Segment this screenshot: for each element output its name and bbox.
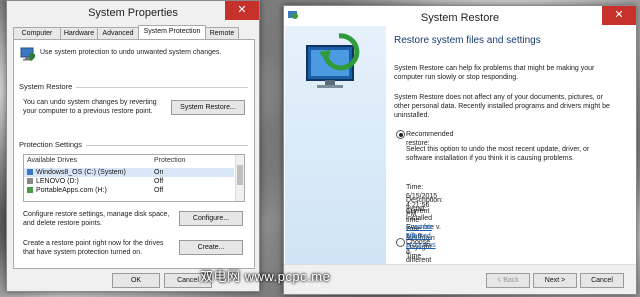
drive-name: PortableApps.com (H:)	[36, 187, 107, 194]
ok-button[interactable]: OK	[112, 273, 160, 288]
system-restore-window: System Restore ✕ Restore system files an…	[283, 5, 637, 295]
tab-hardware[interactable]: Hardware	[60, 27, 98, 39]
restore-monitor-icon	[306, 33, 360, 88]
system-restore-button[interactable]: System Restore...	[171, 100, 245, 115]
tab-computer-name[interactable]: Computer Name	[13, 27, 61, 48]
group-divider	[86, 145, 248, 146]
drive-icon	[27, 169, 33, 175]
scrollbar[interactable]	[235, 155, 244, 201]
drive-icon	[27, 178, 33, 184]
wizard-side-pane	[285, 26, 386, 266]
wizard-footer: < Back Next > Cancel	[284, 264, 636, 294]
list-item[interactable]: PortableApps.com (H:) Off	[24, 186, 234, 195]
system-properties-window: System Properties ✕ Computer Name Hardwa…	[6, 0, 260, 292]
list-item[interactable]: Windows8_OS (C:) (System) On	[24, 168, 234, 177]
drive-name: Windows8_OS (C:) (System)	[36, 169, 126, 176]
drive-protection: Off	[154, 187, 164, 194]
cancel-button[interactable]: Cancel	[580, 273, 624, 288]
column-header-protection[interactable]: Protection	[154, 157, 186, 164]
page-title: Restore system files and settings	[394, 35, 541, 46]
different-restore-point-radio[interactable]	[396, 238, 405, 247]
drives-list[interactable]: Available Drives Protection Windows8_OS …	[23, 154, 245, 202]
create-description: Create a restore point right now for the…	[23, 240, 164, 256]
title-bar: System Properties ✕	[7, 1, 259, 27]
drive-protection: Off	[154, 178, 164, 185]
window-title: System Properties	[88, 7, 178, 19]
tab-system-protection[interactable]: System Protection	[138, 25, 206, 39]
drive-icon	[27, 187, 33, 193]
configure-description: Configure restore settings, manage disk …	[23, 211, 170, 227]
configure-button[interactable]: Configure...	[179, 211, 243, 226]
drive-name: LENOVO (D:)	[36, 178, 79, 185]
watermark: 双电网 www.pcpc.me	[200, 269, 331, 284]
tab-advanced[interactable]: Advanced	[97, 27, 139, 39]
system-restore-group-label: System Restore	[19, 82, 73, 91]
back-button[interactable]: < Back	[486, 273, 530, 288]
recommended-restore-radio[interactable]	[396, 130, 405, 139]
column-header-drives[interactable]: Available Drives	[27, 157, 77, 164]
intro-paragraph: System Restore can help fix problems tha…	[394, 65, 595, 81]
restore-description: You can undo system changes by reverting…	[23, 99, 157, 115]
create-button[interactable]: Create...	[179, 240, 243, 255]
window-title: System Restore	[420, 12, 500, 24]
system-protection-panel: Use system protection to undo unwanted s…	[13, 39, 255, 269]
close-button[interactable]: ✕	[225, 1, 259, 20]
drive-protection: On	[154, 169, 164, 176]
protection-settings-label: Protection Settings	[19, 140, 82, 149]
recommended-restore-description: Select this option to undo the most rece…	[406, 146, 590, 162]
computer-shield-icon	[20, 47, 35, 61]
intro-text: Use system protection to undo unwanted s…	[40, 49, 222, 56]
tab-remote[interactable]: Remote	[205, 27, 239, 39]
list-item[interactable]: LENOVO (D:) Off	[24, 177, 234, 186]
close-button[interactable]: ✕	[602, 6, 636, 25]
data-safety-paragraph: System Restore does not affect any of yo…	[394, 94, 610, 119]
group-divider	[76, 87, 248, 88]
scrollbar-thumb[interactable]	[237, 165, 243, 185]
next-button[interactable]: Next >	[533, 273, 577, 288]
